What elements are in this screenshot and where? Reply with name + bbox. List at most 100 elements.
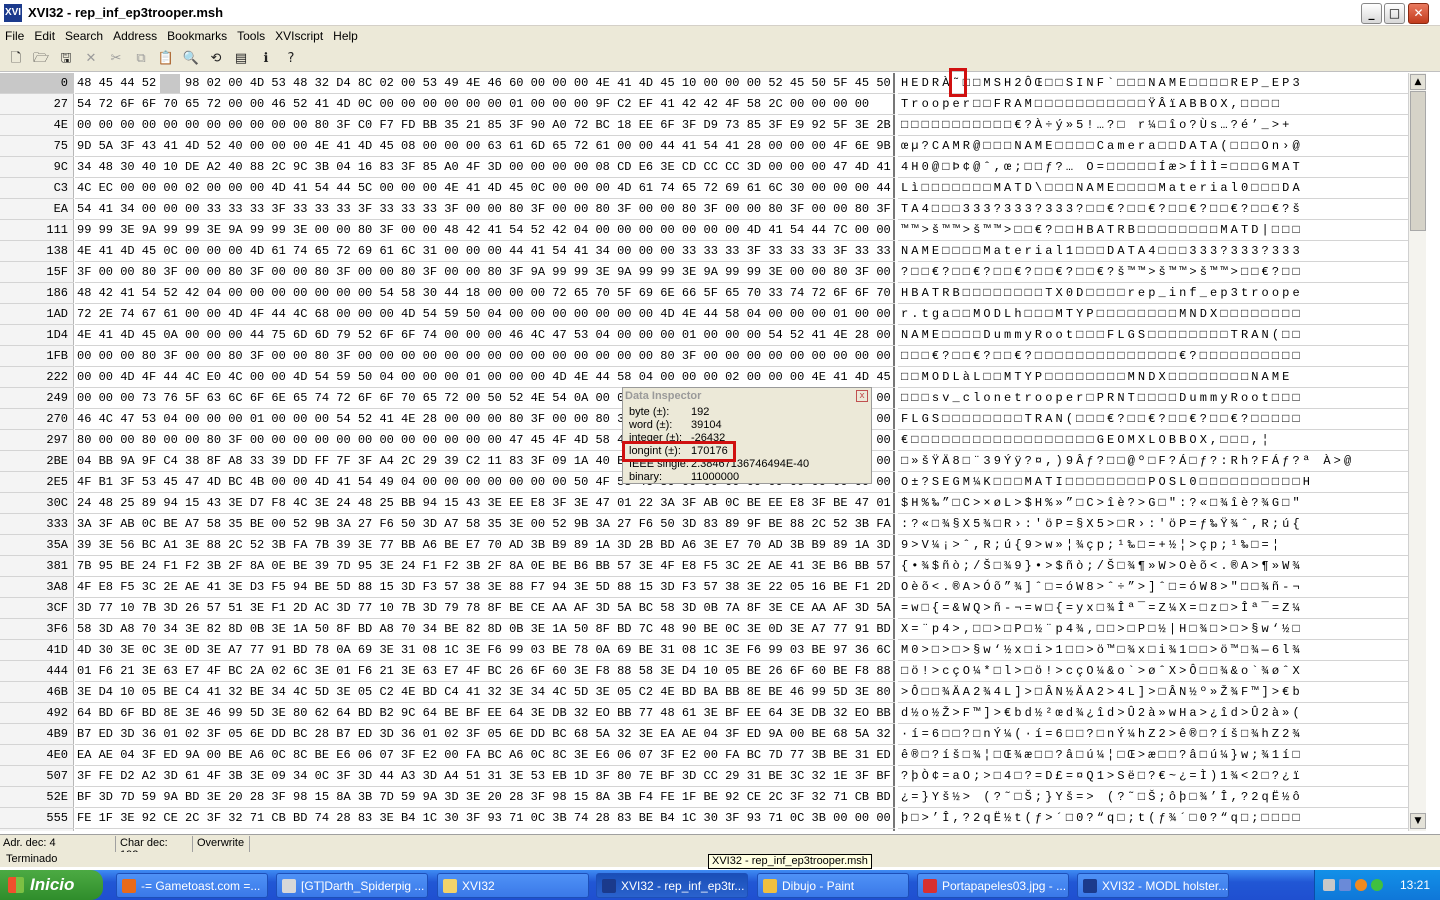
char-row[interactable]: M0>□>□>§w‘½x□i>1□□>ö™□¾x□i¾1□□>ö™□¾—6l¾ [898, 640, 1408, 661]
hex-row[interactable]: 4E 41 4D 45 0A 00 00 00 44 75 6D 6D 79 5… [75, 325, 895, 346]
char-row[interactable]: >Ô□□¾ÄA2¾4L]>□ÂN½ÄA2>4L]>□ÂN½º»Ž¾F™]>€b [898, 682, 1408, 703]
hex-row[interactable]: 48 45 44 52 C0 98 02 00 4D 53 48 32 D4 8… [75, 73, 895, 94]
char-row[interactable]: d½o½Ž>F™]>€bd½²œd¾¿îd>Û2à»wHa>¿îd>Û2à»( [898, 703, 1408, 724]
hex-row[interactable]: 4E 41 4D 45 0C 00 00 00 4D 61 74 65 72 6… [75, 241, 895, 262]
network-icon[interactable] [1323, 879, 1335, 891]
copy-icon[interactable]: ⧉ [131, 49, 151, 69]
char-row[interactable]: Oèõ<.®A>Óõ”¾]ˆ□=óW8>ˆ÷”>]ˆ□=óW8>"□□¾ñ-¬ [898, 577, 1408, 598]
menu-xviscript[interactable]: XVIscript [270, 26, 328, 46]
char-row[interactable]: ê®□?íš□¾¦□Œ¾æ□□?â□ú¼¦□Œ>æ□□?â□ú¼}w;¾1í□ [898, 745, 1408, 766]
menu-bookmarks[interactable]: Bookmarks [162, 26, 232, 46]
hex-row[interactable]: 48 42 41 54 52 42 04 00 00 00 00 00 00 0… [75, 283, 895, 304]
hex-row[interactable]: 54 72 6F 6F 70 65 72 00 00 46 52 41 4D 0… [75, 94, 895, 115]
hex-row[interactable]: 9D 5A 3F 43 41 4D 52 40 00 00 00 4E 41 4… [75, 136, 895, 157]
taskbar-button[interactable]: Portapapeles03.jpg - ... [917, 873, 1069, 898]
menu-help[interactable]: Help [328, 26, 363, 46]
close-button[interactable]: ✕ [1408, 3, 1429, 24]
scroll-up-icon[interactable]: ▲ [1410, 74, 1426, 90]
menu-file[interactable]: File [0, 26, 29, 46]
hex-row[interactable]: 99 99 3E 9A 99 99 3E 9A 99 99 3E 00 00 8… [75, 220, 895, 241]
char-row[interactable]: HBATRB□□□□□□□□TX0D□□□□rep_inf_ep3troope [898, 283, 1408, 304]
char-row[interactable]: NAME□□□□Material1□□□DATA4□□□333?333?333 [898, 241, 1408, 262]
char-row[interactable]: :?«□¾§X5¾□R›:'öP=§X5>□R›:'öP=ƒ‰Ÿ¾ˆ,R;ú{ [898, 514, 1408, 535]
char-row[interactable]: NAME□□□□DummyRoot□□□FLGS□□□□□□□□TRAN(□□ [898, 325, 1408, 346]
char-row[interactable]: □»šŸÄ8□¨39Ýÿ?¤,)9Âƒ?□□@º□F?Á□ƒ?:Rh?FÁƒ?ª… [898, 451, 1408, 472]
char-row[interactable]: FLGS□□□□□□□□TRAN(□□□€?□□€?□□€?□□€?□□□□□ [898, 409, 1408, 430]
hex-row[interactable]: FE 1F 3E 92 CE 2C 3F 32 71 CB BD 74 28 8… [75, 808, 895, 829]
char-row[interactable]: =w□{=&WQ>ñ-¬=w□{=yx□¾Îª¯=Z¼X=□z□>Îª¯=Z¼ [898, 598, 1408, 619]
taskbar-button[interactable]: XVI32 - MODL holster... [1077, 873, 1229, 898]
char-row[interactable]: □ö!>cçO¼*□l>□ö!>cçO¼&o`>øˆX>Ô□□¾&o`¾øˆX [898, 661, 1408, 682]
hex-row[interactable]: 00 00 4D 4F 44 4C E0 4C 00 00 4D 54 59 5… [75, 367, 895, 388]
char-row[interactable]: Trooper□□FRAM□□□□□□□□□□□ŸÂïABBOX,□□□□ [898, 94, 1408, 115]
open-folder-icon[interactable]: 🗁 [31, 49, 51, 69]
menu-tools[interactable]: Tools [232, 26, 270, 46]
char-row[interactable]: $H%‰”□C>×øL>$H%»”□C>îè?>G□":?«□¾îè?¾G□" [898, 493, 1408, 514]
hex-row[interactable]: 58 3D A8 70 34 3E 82 8D 0B 3E 1A 50 8F B… [75, 619, 895, 640]
status-icon[interactable] [1371, 879, 1383, 891]
scroll-thumb[interactable] [1410, 91, 1426, 231]
char-row[interactable]: ?□□€?□□€?□□€?□□€?□□€?š™™>š™™>š™™>□□€?□□ [898, 262, 1408, 283]
save-disk-icon[interactable]: 🖫 [56, 49, 76, 69]
char-row[interactable]: ™™>š™™>š™™>□□€?□□HBATRB□□□□□□□□MATD|□□□ [898, 220, 1408, 241]
taskbar-button[interactable]: XVI32 [437, 873, 589, 898]
delete-icon[interactable]: ✕ [81, 49, 101, 69]
help-icon[interactable]: ? [281, 49, 301, 69]
hex-row[interactable]: 3F FE D2 A2 3D 61 4F 3B 3E 09 34 0C 3F 3… [75, 766, 895, 787]
char-row[interactable]: O±?SEGM¼K□□□MATI□□□□□□□□POSL0□□□□□□□□□□H [898, 472, 1408, 493]
hex-row[interactable]: 7B 95 BE 24 F1 F2 3B 2F 8A 0E BE 39 7D 9… [75, 556, 895, 577]
cut-icon[interactable]: ✂ [106, 49, 126, 69]
hex-row[interactable]: B7 ED 3D 36 01 02 3F 05 6E DD BC 28 B7 E… [75, 724, 895, 745]
char-row[interactable]: □□MODLàL□□MTYP□□□□□□□□MNDX□□□□□□□□NAME [898, 367, 1408, 388]
info-icon[interactable]: ℹ [256, 49, 276, 69]
char-row[interactable]: 9>V¼¡>ˆ,R;ú{9>w»¦¾çp­;¹‰□=+½¦>çp­;¹‰□=¦ [898, 535, 1408, 556]
hex-row[interactable]: 00 00 00 00 00 00 00 00 00 00 00 80 3F C… [75, 115, 895, 136]
hex-row[interactable]: 4D 30 3E 0C 3E 0D 3E A7 77 91 BD 78 0A 6… [75, 640, 895, 661]
char-row[interactable]: □□□€?□□€?□□€?□□□□□□□□□□□□□□€?□□□□□□□□□□ [898, 346, 1408, 367]
char-row[interactable]: þ□>’Î,?2qË½t(ƒ>´□0?“q□;t(ƒ¾´□0?“q□;□□□□ [898, 808, 1408, 829]
hex-row[interactable]: 34 48 30 40 10 DE A2 40 88 2C 9C 3B 04 1… [75, 157, 895, 178]
hex-row[interactable]: 01 F6 21 3E 63 E7 4F BC 2A 02 6C 3E 01 F… [75, 661, 895, 682]
hex-row[interactable]: 4C EC 00 00 00 02 00 00 00 4D 41 54 44 5… [75, 178, 895, 199]
char-row[interactable]: €□□□□□□□□□□□□□□□□□□GEOMXLOBBOX,□□□,¦ [898, 430, 1408, 451]
char-row[interactable]: ¿=}Yš½> (?˜□Š;}Yš=> (?˜□Š;ôþ□¾’Î,?2qË½ô [898, 787, 1408, 808]
hex-row[interactable]: 4F E8 F5 3C 2E AE 41 3E D3 F5 94 BE 5D 8… [75, 577, 895, 598]
menu-edit[interactable]: Edit [29, 26, 60, 46]
char-row[interactable]: Lì□□□□□□□MATD\□□□NAME□□□□Material0□□□DA [898, 178, 1408, 199]
hex-row[interactable]: 3D 77 10 7B 3D 26 57 51 3E F1 2D AC 3D 7… [75, 598, 895, 619]
start-button[interactable]: Inicio [0, 870, 103, 900]
char-row[interactable]: □□□□□□□□□□□€?À÷ý»5!…?□ r¼□îo?Ùs…?é’_>+ [898, 115, 1408, 136]
hex-row[interactable]: BF 3D 7D 59 9A BD 3E 20 28 3F 98 15 8A 3… [75, 787, 895, 808]
scroll-down-icon[interactable]: ▼ [1410, 813, 1426, 829]
hex-row[interactable]: 3A 3F AB 0C BE A7 58 35 BE 00 52 9B 3A 2… [75, 514, 895, 535]
hex-row[interactable]: 64 BD 6F BD 8E 3E 46 99 5D 3E 80 62 64 B… [75, 703, 895, 724]
tray-app-icon[interactable] [1339, 879, 1351, 891]
hex-row[interactable]: 3E D4 10 05 BE C4 41 32 BE 34 4C 5D 3E 0… [75, 682, 895, 703]
hex-row[interactable]: 24 48 25 89 94 15 43 3E D7 F8 4C 3E 24 4… [75, 493, 895, 514]
minimize-button[interactable]: _ [1361, 3, 1382, 24]
hex-row[interactable]: 00 00 00 80 3F 00 00 80 3F 00 00 80 3F 0… [75, 346, 895, 367]
char-row[interactable]: ?þÒ¢=aO;>□4□?=D£=¤Q1>Së□?€~¿=Ì)1¾<2□?¿ï [898, 766, 1408, 787]
inspector-close-icon[interactable]: x [856, 390, 868, 402]
vertical-scrollbar[interactable]: ▲ ▼ [1408, 73, 1426, 831]
hex-row[interactable]: EA AE 04 3F ED 9A 00 BE A6 0C 8C BE E6 0… [75, 745, 895, 766]
char-row[interactable]: œµ?CAMR@□□□NAME□□□□Camera□□DATA(□□□On›@ [898, 136, 1408, 157]
hex-row[interactable]: 39 3E 56 BC A1 3E 88 2C 52 3B FA 7B 39 3… [75, 535, 895, 556]
menu-address[interactable]: Address [108, 26, 162, 46]
char-row[interactable]: ·í=6□□?□nÝ¼(·í=6□□?□nÝ¼hZ2>ê®□?íš□¾hZ2¾ [898, 724, 1408, 745]
char-row[interactable]: TA4□□□333?333?333?□□€?□□€?□□€?□□€?□□€?š [898, 199, 1408, 220]
text-pane[interactable]: HEDRÀ˜□□MSH2ÔŒ□□SINF`□□□NAME□□□□REP_EP3 T… [898, 73, 1408, 831]
char-row[interactable]: HEDRÀ˜□□MSH2ÔŒ□□SINF`□□□NAME□□□□REP_EP3 [898, 73, 1408, 94]
char-row[interactable]: □□□sv_clonetrooper□PRNT□□□□DummyRoot□□□ [898, 388, 1408, 409]
taskbar-button[interactable]: Dibujo - Paint [757, 873, 909, 898]
messenger-icon[interactable] [1355, 879, 1367, 891]
char-row[interactable]: 4H0@□Þ¢@ˆ,œ;□□ƒ?… O=□□□□□Íæ>ÍÌÌ=□□□GMAT [898, 157, 1408, 178]
find-replace-icon[interactable]: ⟲ [206, 49, 226, 69]
taskbar-button[interactable]: XVI32 - rep_inf_ep3tr... [596, 873, 748, 898]
new-file-icon[interactable]: 🗋 [6, 49, 26, 69]
taskbar-button[interactable]: -= Gametoast.com =... [116, 873, 268, 898]
hex-row[interactable]: 3F 00 00 80 3F 00 00 80 3F 00 00 80 3F 0… [75, 262, 895, 283]
char-row[interactable]: X=¨p4>‚□□>□P□½¨p4¾‚□□>□P□½|H□¾□>□>§w‘½□ [898, 619, 1408, 640]
char-row[interactable]: {•¾$ñò;/Š□¾9}•>$ñò;/Š□¾¶»W>Oèõ<.®A>¶»W¾ [898, 556, 1408, 577]
hex-row[interactable]: 72 2E 74 67 61 00 00 4D 4F 44 4C 68 00 0… [75, 304, 895, 325]
